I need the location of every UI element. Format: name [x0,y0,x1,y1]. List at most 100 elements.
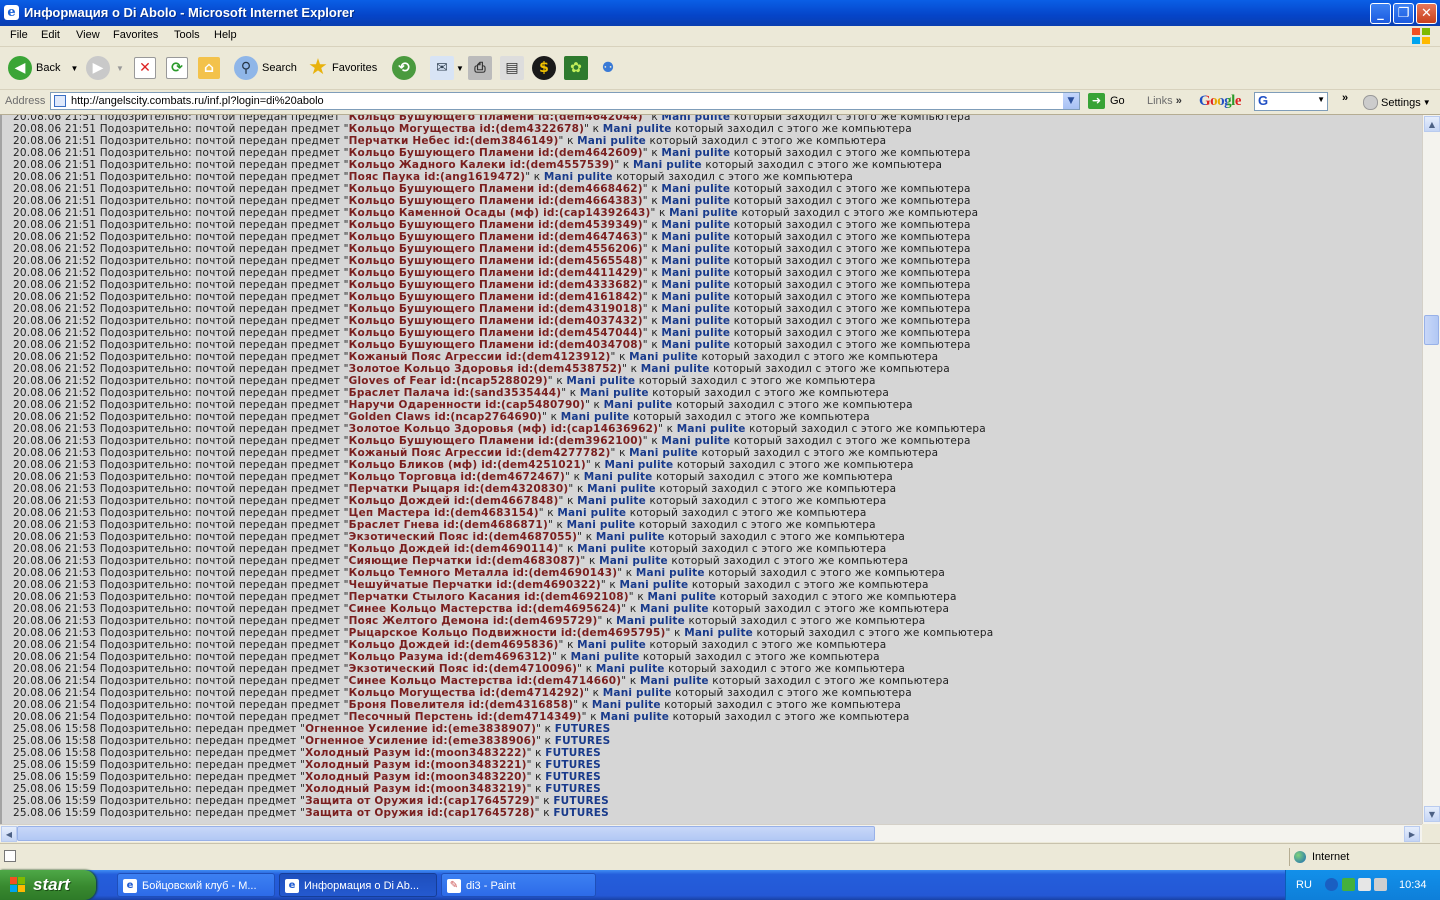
messenger-button[interactable]: ⚉ [596,54,620,82]
horizontal-scrollbar[interactable]: ◀ ▶ [0,824,1422,842]
horizontal-scroll-thumb[interactable] [17,826,875,841]
log-user-link[interactable]: Mani pulite [577,495,646,507]
menu-file[interactable]: File [10,29,28,41]
log-item-link[interactable]: Синее Кольцо Мастерства id:(dem4695624) [349,603,622,615]
log-user-link[interactable]: Mani pulite [596,663,665,675]
log-user-link[interactable]: Mani pulite [661,219,730,231]
log-item-link[interactable]: Gloves of Fear id:(ncap5288029) [349,375,548,387]
log-user-link[interactable]: Mani pulite [629,351,698,363]
log-user-link[interactable]: Mani pulite [600,711,669,723]
vertical-scrollbar[interactable]: ▲ ▼ [1422,115,1440,824]
log-item-link[interactable]: Чешуйчатые Перчатки id:(dem4690322) [349,579,601,591]
log-item-link[interactable]: Холодный Разум id:(moon3483222) [305,747,527,759]
log-item-link[interactable]: Экзотический Пояс id:(dem4687055) [349,531,578,543]
address-dropdown-icon[interactable]: ▼ [1063,93,1079,109]
refresh-button[interactable]: ⟳ [166,54,188,82]
stop-button[interactable]: ✕ [134,54,156,82]
log-item-link[interactable]: Золотое Кольцо Здоровья id:(dem4538752) [349,363,622,375]
log-item-link[interactable]: Перчатки Стылого Касания id:(dem4692108) [349,591,629,603]
links-button[interactable]: Links » [1147,95,1182,107]
log-user-link[interactable]: Mani pulite [636,567,705,579]
google-more-icon[interactable]: » [1342,92,1348,104]
log-item-link[interactable]: Защита от Оружия id:(cap17645728) [305,807,535,819]
log-user-link[interactable]: Mani pulite [633,159,702,171]
log-item-link[interactable]: Кольцо Темного Металла id:(dem4690143) [349,567,618,579]
close-button[interactable]: ✕ [1416,3,1437,24]
addon-button-1[interactable]: $ [532,54,556,82]
log-item-link[interactable]: Золотое Кольцо Здоровья (мф) id:(cap1463… [349,423,658,435]
log-item-link[interactable]: Пояс Желтого Демона id:(dem4695729) [349,615,598,627]
log-item-link[interactable]: Кольцо Бушующего Пламени id:(dem4642609) [349,147,643,159]
log-user-link[interactable]: Mani pulite [592,699,661,711]
log-item-link[interactable]: Экзотический Пояс id:(dem4710096) [349,663,578,675]
mail-dropdown-icon[interactable]: ▼ [456,64,464,73]
log-item-link[interactable]: Кольцо Жадного Калеки id:(dem4557539) [349,159,615,171]
log-user-link[interactable]: FUTURES [555,723,611,735]
home-button[interactable]: ⌂ [198,54,220,82]
log-item-link[interactable]: Наручи Одаренности id:(cap5480790) [349,399,585,411]
log-item-link[interactable]: Кольцо Торговца id:(dem4672467) [349,471,565,483]
network-tray-icon[interactable] [1358,878,1371,891]
log-item-link[interactable]: Кольцо Бушующего Пламени id:(dem4037432) [349,315,643,327]
log-item-link[interactable]: Кольцо Бушующего Пламени id:(dem4161842) [349,291,643,303]
scroll-left-button[interactable]: ◀ [1,826,17,842]
log-item-link[interactable]: Браслет Палача id:(sand3535444) [349,387,562,399]
volume-tray-icon[interactable] [1374,878,1387,891]
minimize-button[interactable]: _ [1370,3,1391,24]
menu-tools[interactable]: Tools [174,29,200,41]
log-user-link[interactable]: Mani pulite [620,579,689,591]
log-user-link[interactable]: Mani pulite [661,183,730,195]
log-user-link[interactable]: Mani pulite [567,519,636,531]
log-item-link[interactable]: Холодный Разум id:(moon3483221) [305,759,527,771]
favorites-button[interactable]: ★ Favorites [306,54,377,82]
log-item-link[interactable]: Броня Повелителя id:(dem4316858) [349,699,574,711]
log-user-link[interactable]: Mani pulite [571,651,640,663]
icq-tray-icon[interactable] [1342,878,1355,891]
log-item-link[interactable]: Холодный Разум id:(moon3483219) [305,783,527,795]
log-user-link[interactable]: Mani pulite [669,207,738,219]
log-user-link[interactable]: Mani pulite [596,531,665,543]
log-user-link[interactable]: Mani pulite [577,639,646,651]
history-button[interactable]: ⟲ [392,54,416,82]
log-user-link[interactable]: FUTURES [555,735,611,747]
log-user-link[interactable]: Mani pulite [661,327,730,339]
log-item-link[interactable]: Сияющие Перчатки id:(dem4683087) [349,555,581,567]
log-user-link[interactable]: Mani pulite [544,171,613,183]
log-user-link[interactable]: FUTURES [545,771,601,783]
log-item-link[interactable]: Холодный Разум id:(moon3483220) [305,771,527,783]
log-item-link[interactable]: Кольцо Бушующего Пламени id:(dem4556206) [349,243,643,255]
log-user-link[interactable]: Mani pulite [566,375,635,387]
log-item-link[interactable]: Кожаный Пояс Агрессии id:(dem4123912) [349,351,611,363]
log-item-link[interactable]: Кольцо Бушующего Пламени id:(dem4668462) [349,183,643,195]
google-search-input[interactable]: G ▼ [1254,92,1328,111]
log-item-link[interactable]: Кольцо Могущества id:(dem4714292) [349,687,584,699]
log-item-link[interactable]: Кольцо Бушующего Пламени id:(dem4411429) [349,267,643,279]
tray-chevron-icon[interactable] [1325,878,1338,891]
log-user-link[interactable]: Mani pulite [557,507,626,519]
menu-edit[interactable]: Edit [41,29,60,41]
log-item-link[interactable]: Браслет Гнева id:(dem4686871) [349,519,548,531]
log-item-link[interactable]: Кольцо Дождей id:(dem4690114) [349,543,559,555]
google-dropdown-icon[interactable]: ▼ [1317,95,1325,104]
log-item-link[interactable]: Кольцо Бушующего Пламени id:(dem4565548) [349,255,643,267]
address-input[interactable]: http://angelscity.combats.ru/inf.pl?logi… [50,92,1080,110]
log-user-link[interactable]: FUTURES [553,807,609,819]
task-fight-club[interactable]: e Бойцовский клуб - M... [117,873,275,897]
log-item-link[interactable]: Цеп Мастера id:(dem4683154) [349,507,539,519]
log-user-link[interactable]: Mani pulite [599,555,668,567]
log-user-link[interactable]: Mani pulite [661,267,730,279]
log-item-link[interactable]: Синее Кольцо Мастерства id:(dem4714660) [349,675,622,687]
log-item-link[interactable]: Огненное Усиление id:(eme3838907) [305,723,536,735]
log-user-link[interactable]: FUTURES [545,759,601,771]
log-item-link[interactable]: Защита от Оружия id:(cap17645729) [305,795,535,807]
log-item-link[interactable]: Кольцо Бушующего Пламени id:(dem4034708) [349,339,643,351]
log-user-link[interactable]: Mani pulite [661,303,730,315]
log-user-link[interactable]: Mani pulite [684,627,753,639]
log-user-link[interactable]: Mani pulite [661,339,730,351]
log-user-link[interactable]: Mani pulite [661,231,730,243]
log-item-link[interactable]: Кольцо Дождей id:(dem4695836) [349,639,559,651]
log-item-link[interactable]: Кольцо Могущества id:(dem4322678) [349,123,584,135]
maximize-button[interactable]: ❐ [1393,3,1414,24]
log-user-link[interactable]: Mani pulite [661,435,730,447]
log-item-link[interactable]: Пояс Паука id:(ang1619472) [349,171,526,183]
